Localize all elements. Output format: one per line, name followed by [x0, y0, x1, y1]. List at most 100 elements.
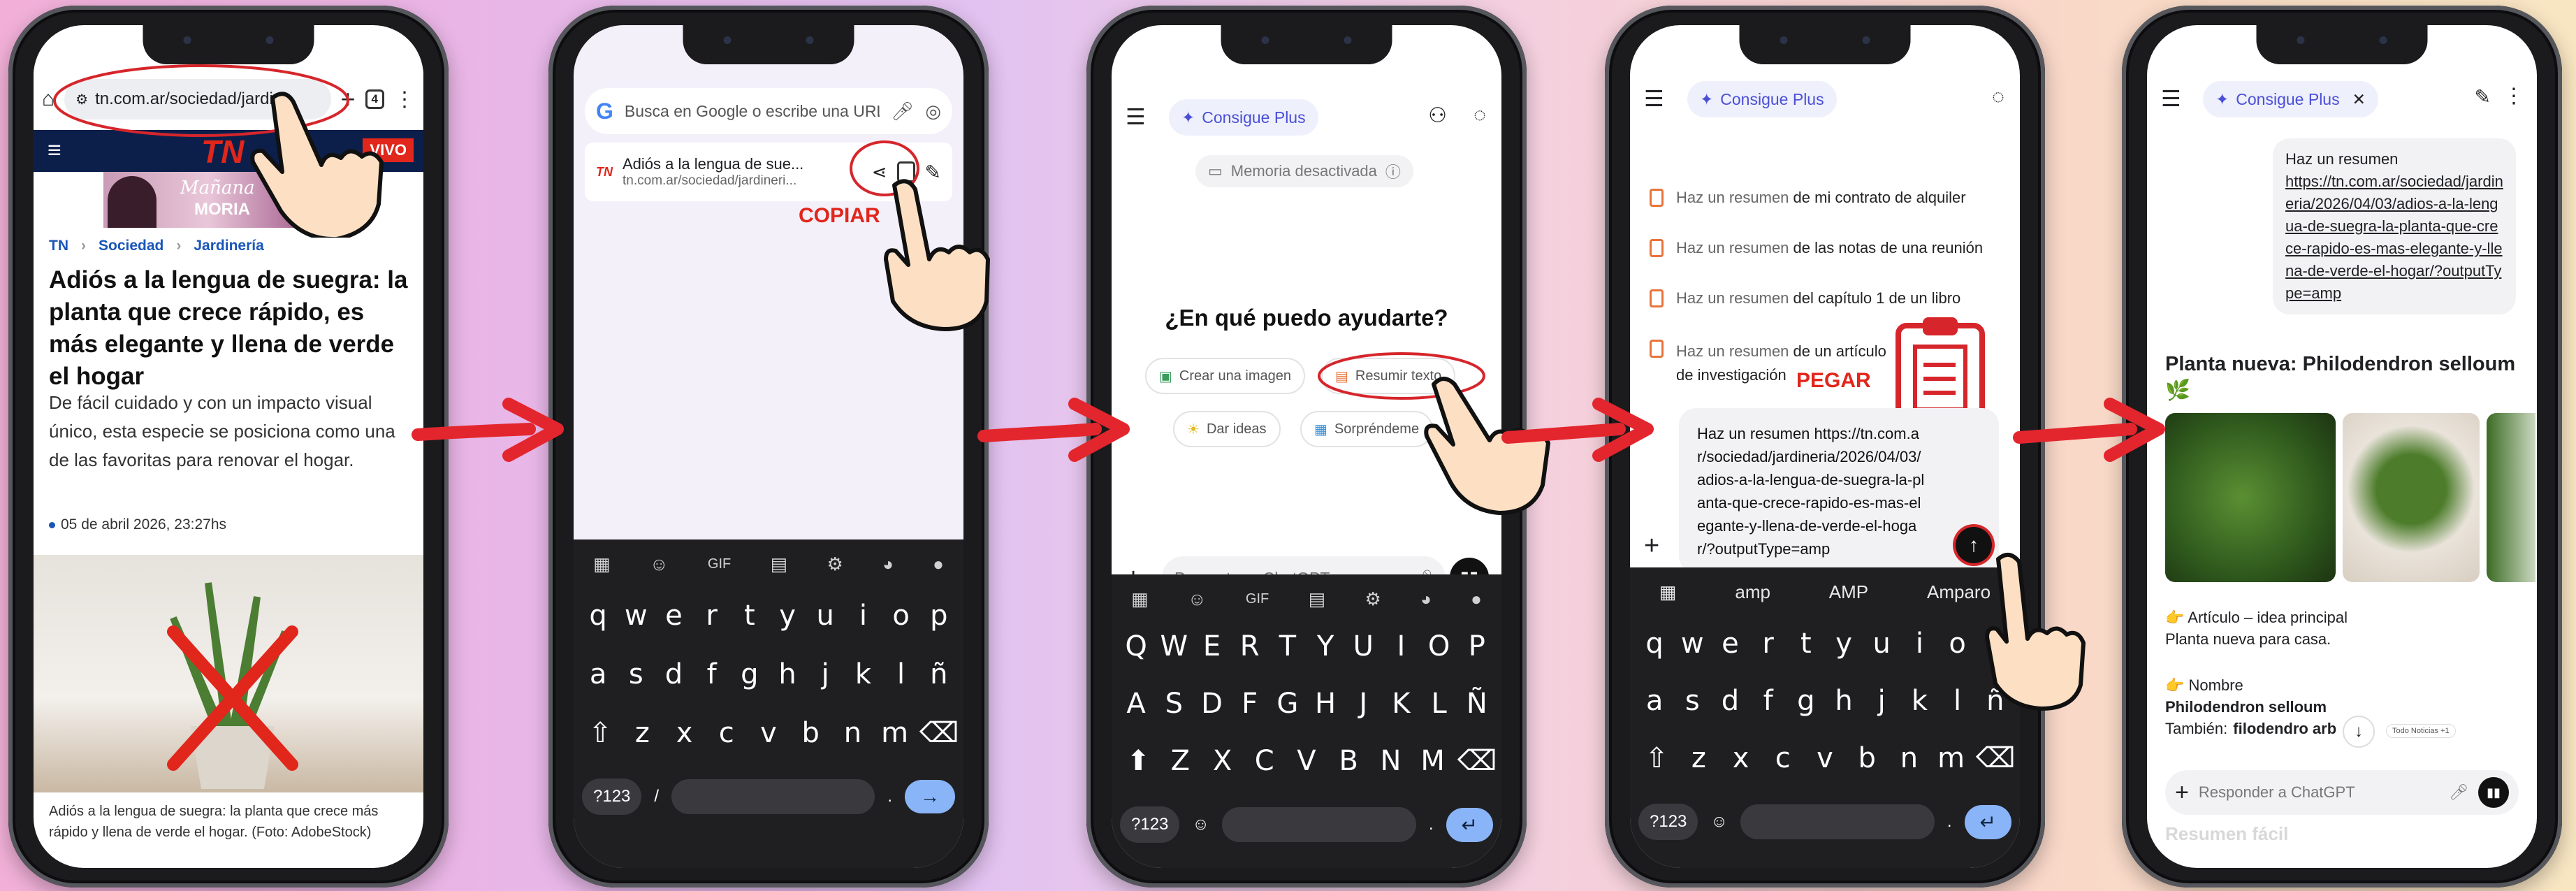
settings-icon[interactable]: ⚙: [1365, 588, 1381, 610]
search-placeholder[interactable]: Busca en Google o escribe una URL: [625, 102, 880, 121]
backspace-key: ⌫: [1975, 742, 2016, 774]
gif-icon[interactable]: GIF: [1246, 591, 1269, 607]
suggestion-2[interactable]: Haz un resumen de las notas de una reuni…: [1650, 239, 1983, 257]
breadcrumb-tn[interactable]: TN: [49, 238, 68, 254]
sticker-icon[interactable]: ☺: [1188, 588, 1207, 610]
kb-suggestion-2[interactable]: AMP: [1829, 581, 1868, 603]
key-row-1[interactable]: qwertyuiop: [574, 600, 963, 632]
pointing-hand-icon: [250, 92, 384, 238]
settings-icon[interactable]: ⚙: [827, 553, 843, 575]
answer-image-gallery[interactable]: [2165, 413, 2537, 582]
key-row-2[interactable]: asdfghjklñ: [1630, 685, 2020, 717]
temp-chat-icon[interactable]: ◌: [1992, 85, 2004, 109]
key-row-3[interactable]: ⬆ Z X C V B N M ⌫: [1112, 745, 1501, 777]
kb-mic-icon[interactable]: ●: [933, 553, 944, 575]
enter-key[interactable]: ↵: [1446, 807, 1493, 842]
emoji-key[interactable]: ☺: [1710, 812, 1728, 832]
chatgpt-answer-screen: ☰ ✦ Consigue Plus ✕ ✎ ⋮ Haz un resumen htt…: [2147, 25, 2537, 868]
key-row-1[interactable]: QWERTYUIOP: [1112, 630, 1501, 662]
palette-icon[interactable]: ◕: [1420, 588, 1432, 610]
chip-create-image[interactable]: ▣ Crear una imagen: [1145, 358, 1305, 394]
key-row-3[interactable]: ⇧ z x c v b n m ⌫: [574, 717, 963, 749]
gallery-image-3[interactable]: [2487, 413, 2535, 582]
scroll-down-button[interactable]: ↓: [2343, 716, 2375, 748]
space-key[interactable]: [1740, 804, 1935, 839]
attach-icon[interactable]: +: [1644, 531, 1659, 561]
search-bar[interactable]: G Busca en Google o escribe una URL 🎤︎ ◎: [585, 88, 952, 134]
apps-icon[interactable]: ▦: [1131, 588, 1149, 610]
user-message-link[interactable]: https://tn.com.ar/sociedad/jardineria/20…: [2285, 171, 2503, 305]
num-key[interactable]: ?123: [582, 778, 642, 815]
key-row-1[interactable]: qwertyuiop: [1630, 628, 2020, 660]
mic-icon[interactable]: 🎤︎: [891, 101, 914, 122]
suggestion-1[interactable]: Haz un resumen de mi contrato de alquile…: [1650, 189, 1966, 207]
sparkle-icon: ✦: [2215, 89, 2229, 108]
backspace-key: ⌫: [919, 717, 959, 749]
dictate-icon[interactable]: 🎤︎: [2449, 783, 2468, 802]
go-key[interactable]: →: [905, 780, 955, 813]
reply-composer[interactable]: + Responder a ChatGPT 🎤︎ ▮▮: [2165, 770, 2519, 815]
article-image[interactable]: [34, 555, 423, 792]
num-key[interactable]: ?123: [1120, 806, 1180, 843]
arrow-right-icon: [2013, 398, 2165, 462]
keyboard[interactable]: ▦ amp AMP Amparo qwertyuiop asdfghjklñ ⇧…: [1630, 567, 2020, 868]
arrow-right-icon: [1501, 398, 1654, 462]
clipboard-icon[interactable]: ▤: [771, 553, 788, 575]
slash-key[interactable]: /: [654, 787, 659, 806]
plus-pill[interactable]: ✦ Consigue Plus: [1169, 99, 1318, 136]
new-chat-icon[interactable]: ✎: [2475, 85, 2491, 108]
num-key[interactable]: ?123: [1638, 804, 1698, 840]
keyboard[interactable]: ▦ ☺ GIF ▤ ⚙ ◕ ● QWERTYUIOP ASDFGHJKLÑ ⬆ Z X C V B…: [1112, 574, 1501, 868]
space-key[interactable]: [1221, 807, 1416, 842]
attach-icon[interactable]: +: [2175, 779, 2189, 806]
kb-mic-icon[interactable]: ●: [1471, 588, 1482, 610]
space-key[interactable]: [671, 779, 875, 814]
gift-icon: ▦: [1314, 421, 1327, 437]
enter-key[interactable]: ↵: [1964, 804, 2011, 839]
gallery-image-1[interactable]: [2165, 413, 2336, 582]
dot-key[interactable]: .: [887, 787, 892, 806]
arrow-right-icon: [412, 398, 564, 462]
plus-pill[interactable]: ✦ Consigue Plus: [1687, 81, 1837, 117]
breadcrumb-sociedad[interactable]: Sociedad: [99, 238, 163, 254]
suggestion-3[interactable]: Haz un resumen del capítulo 1 de un libr…: [1650, 289, 1960, 307]
grid-icon[interactable]: ▦: [1659, 581, 1677, 603]
voice-mode-button[interactable]: ▮▮: [2478, 777, 2509, 808]
sidebar-icon[interactable]: ☰: [1644, 85, 1664, 112]
plus-pill[interactable]: ✦ Consigue Plus ✕: [2203, 81, 2378, 117]
add-person-icon[interactable]: ⚇: [1428, 103, 1447, 128]
plan-label: Consigue Plus: [1720, 89, 1824, 108]
dot-key[interactable]: .: [1429, 815, 1434, 834]
key-row-2[interactable]: ASDFGHJKLÑ: [1112, 688, 1501, 720]
apps-icon[interactable]: ▦: [593, 553, 611, 575]
kb-suggestion-1[interactable]: amp: [1735, 581, 1770, 603]
lens-icon[interactable]: ◎: [925, 101, 941, 122]
shift-key: ⇧: [1645, 742, 1668, 774]
live-dot: [49, 521, 55, 528]
breadcrumb-jardineria[interactable]: Jardinería: [194, 238, 263, 254]
sidebar-icon[interactable]: ☰: [1126, 103, 1146, 130]
emoji-key[interactable]: ☺: [1192, 815, 1209, 834]
gallery-image-2[interactable]: [2343, 413, 2480, 582]
plan-label: Consigue Plus: [1202, 108, 1306, 126]
sidebar-icon[interactable]: ☰: [2161, 85, 2181, 112]
key-row-2[interactable]: asdfghjklñ: [574, 658, 963, 690]
sparkle-icon: ✦: [1700, 89, 1714, 108]
welcome-question: ¿En qué puedo ayudarte?: [1165, 305, 1448, 331]
clipboard-icon[interactable]: ▤: [1309, 588, 1326, 610]
keyboard[interactable]: ▦ ☺ GIF ▤ ⚙ ◕ ● qwertyuiop asdfghjklñ ⇧ z x c v b…: [574, 539, 963, 868]
gif-icon[interactable]: GIF: [708, 556, 731, 572]
palette-icon[interactable]: ◕: [882, 553, 894, 575]
dot-key[interactable]: .: [1947, 812, 1952, 832]
temp-chat-icon[interactable]: ◌: [1473, 103, 1486, 127]
sources-badge[interactable]: Todo Noticias +1: [2386, 724, 2456, 738]
memory-pill[interactable]: ▭ Memoria desactivada ⓘ: [1195, 155, 1413, 187]
menu-icon[interactable]: ⋮: [394, 87, 415, 112]
arrow-right-icon: [977, 398, 1130, 462]
sticker-icon[interactable]: ☺: [650, 553, 669, 575]
menu-icon[interactable]: ⋮: [2503, 84, 2524, 108]
key-row-3[interactable]: ⇧ z x c v b n m ⌫: [1630, 742, 2020, 774]
chip-ideas[interactable]: ☀ Dar ideas: [1173, 411, 1281, 447]
pasted-prompt-text[interactable]: Haz un resumen https://tn.com.ar/socieda…: [1697, 422, 1928, 560]
close-icon[interactable]: ✕: [2352, 90, 2366, 109]
